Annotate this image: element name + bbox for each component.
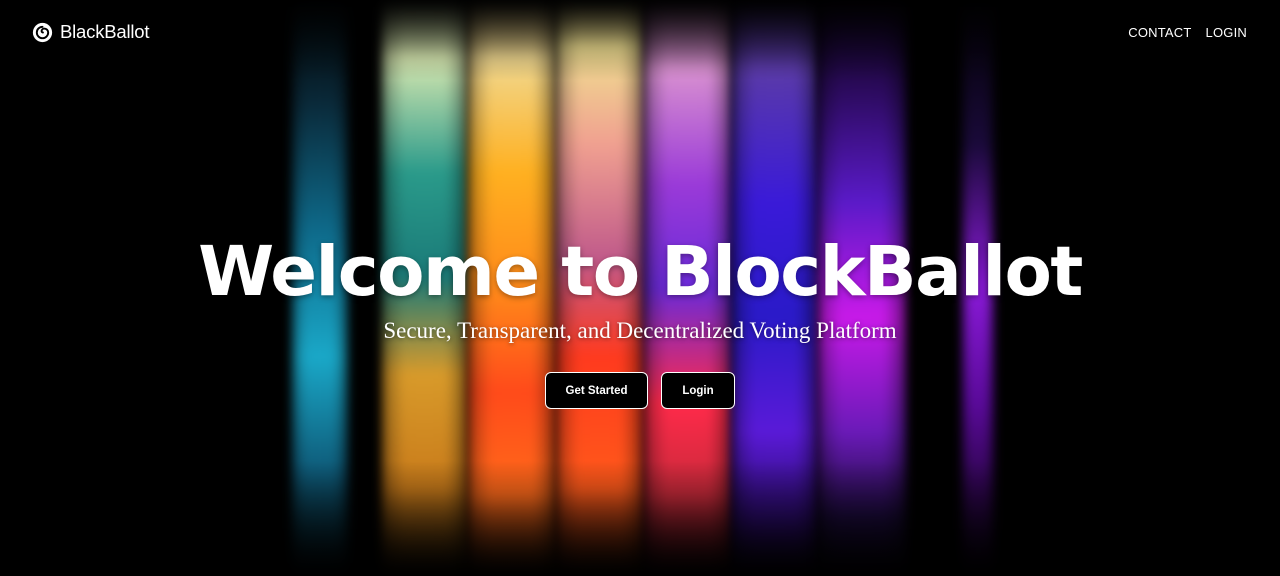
get-started-button[interactable]: Get Started	[545, 372, 648, 409]
brand-name: BlackBallot	[60, 21, 150, 42]
nav-contact-link[interactable]: CONTACT	[1128, 25, 1191, 40]
hero-subtitle: Secure, Transparent, and Decentralized V…	[383, 318, 897, 343]
nav-login-link[interactable]: LOGIN	[1206, 25, 1247, 40]
cta-buttons: Get Started Login	[0, 372, 1280, 409]
login-button[interactable]: Login	[661, 372, 735, 409]
nav-links: CONTACT LOGIN	[1128, 25, 1247, 40]
spiral-logo-icon	[32, 22, 53, 42]
brand-logo[interactable]: BlackBallot	[32, 21, 150, 43]
top-nav: BlackBallot CONTACT LOGIN	[0, 0, 1280, 66]
hero-title: Welcome to BlockBallot	[198, 232, 1083, 312]
